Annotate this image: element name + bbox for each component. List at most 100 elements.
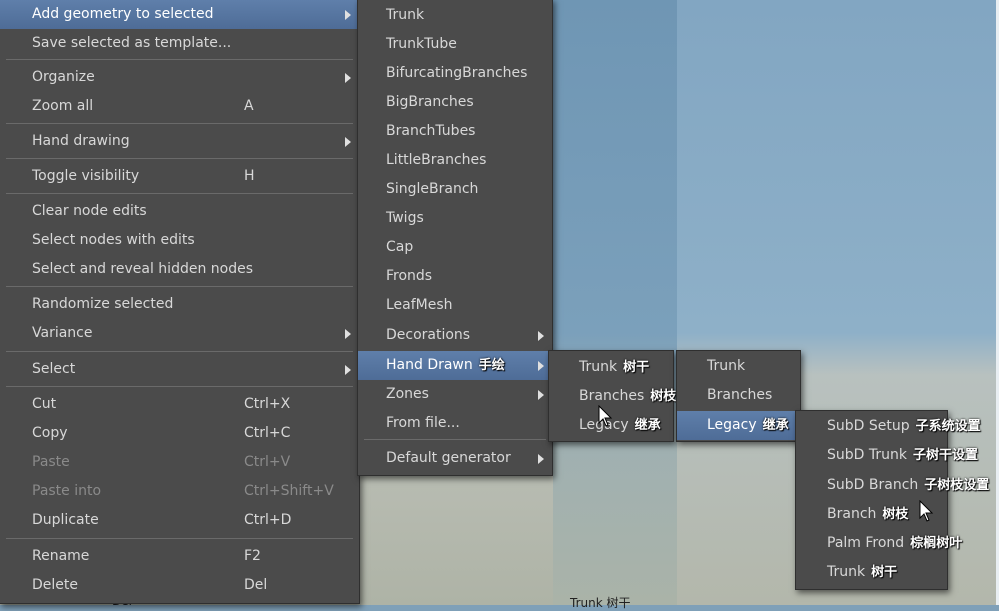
menu-item-paste-into[interactable]: Paste into Ctrl+Shift+V	[0, 477, 359, 506]
menu-item-rename[interactable]: Rename F2	[0, 542, 359, 571]
menu-item-paste-label: Paste	[32, 448, 70, 477]
hand-drawn-b-item-trunk[interactable]: Trunk	[677, 352, 800, 381]
label-text: BranchTubes	[386, 123, 476, 139]
label-text: Paste	[32, 454, 70, 470]
menu-item-delete[interactable]: Delete Del	[0, 571, 359, 600]
chinese-label: 继承	[762, 418, 789, 433]
menu-item-add-geometry-to-selected[interactable]: Add geometry to selected	[0, 0, 359, 29]
submenu-item-cap[interactable]: Cap	[358, 233, 552, 262]
submenu-item-decorations[interactable]: Decorations	[358, 321, 552, 350]
label-text: Zoom all	[32, 98, 94, 114]
shortcut-label: Ctrl+D	[244, 512, 292, 528]
submenu-item-default-generator-label: Default generator	[386, 444, 511, 473]
menu-item-add-geometry-to-selected-label: Add geometry to selected	[32, 0, 213, 29]
label-text: Select	[32, 361, 76, 377]
viewport-strip	[553, 0, 677, 605]
submenu-item-cap-label: Cap	[386, 233, 413, 262]
submenu-item-hand-drawn-label: Hand Drawn 手绘	[386, 351, 505, 380]
menu-item-toggle-visibility[interactable]: Toggle visibility H	[0, 162, 359, 191]
legacy-item-subd-setup[interactable]: SubD Setup 子系统设置	[796, 412, 981, 441]
menu-item-duplicate[interactable]: Duplicate Ctrl+D	[0, 506, 359, 535]
menu-item-rename-label: Rename	[32, 542, 89, 571]
submenu-item-fronds[interactable]: Fronds	[358, 262, 552, 291]
menu-item-clear-node-edits[interactable]: Clear node edits	[0, 197, 359, 226]
legacy-item-trunk[interactable]: Trunk 树干	[796, 558, 947, 587]
menu-separator	[6, 59, 353, 60]
shortcut-label: H	[244, 168, 255, 184]
label-text: From file...	[386, 415, 460, 431]
menu-item-randomize-selected[interactable]: Randomize selected	[0, 290, 359, 319]
submenu-item-bifurcatingbranches[interactable]: BifurcatingBranches	[358, 59, 552, 88]
label-text: Randomize selected	[32, 296, 174, 312]
submenu-item-twigs[interactable]: Twigs	[358, 204, 552, 233]
submenu-item-littlebranches[interactable]: LittleBranches	[358, 146, 552, 175]
shortcut-label: F2	[244, 548, 261, 564]
legacy-item-palm-frond[interactable]: Palm Frond 棕榈树叶	[796, 529, 962, 558]
menu-item-organize[interactable]: Organize	[0, 63, 359, 92]
label-text: Save selected as template...	[32, 35, 232, 51]
submenu-item-hand-drawn[interactable]: Hand Drawn 手绘	[358, 351, 552, 380]
submenu-item-bigbranches-label: BigBranches	[386, 88, 474, 117]
menu-item-copy[interactable]: Copy Ctrl+C	[0, 419, 359, 448]
menu-item-hand-drawing-label: Hand drawing	[32, 127, 130, 156]
label-text: Add geometry to selected	[32, 6, 214, 22]
menu-separator	[6, 158, 353, 159]
label-text: Cut	[32, 396, 57, 412]
submenu-item-trunktube[interactable]: TrunkTube	[358, 30, 552, 59]
hand-drawn-b-item-legacy[interactable]: Legacy 继承	[677, 411, 800, 440]
menu-item-paste[interactable]: Paste Ctrl+V	[0, 448, 359, 477]
menu-item-save-selected-as-template[interactable]: Save selected as template...	[0, 29, 359, 58]
shortcut-label: Ctrl+Shift+V	[244, 483, 334, 499]
hand-drawn-item-trunk[interactable]: Trunk 树干	[549, 353, 673, 382]
submenu-item-trunk-label: Trunk	[386, 1, 424, 30]
menu-item-select[interactable]: Select	[0, 355, 359, 384]
mouse-cursor-icon-2	[919, 500, 934, 522]
menu-item-clear-node-edits-label: Clear node edits	[32, 197, 147, 226]
legacy-item-trunk-label: Trunk 树干	[827, 558, 897, 587]
chinese-label: 子树枝设置	[924, 478, 990, 493]
menu-item-select-and-reveal-hidden-nodes[interactable]: Select and reveal hidden nodes	[0, 255, 359, 284]
chinese-label: 手绘	[478, 358, 505, 373]
label-text: TrunkTube	[386, 36, 457, 52]
menu-item-variance-label: Variance	[32, 319, 92, 348]
menu-item-zoom-all[interactable]: Zoom all A	[0, 92, 359, 121]
submenu-item-trunk[interactable]: Trunk	[358, 1, 552, 30]
legacy-item-subd-branch[interactable]: SubD Branch 子树枝设置	[796, 471, 989, 500]
submenu-item-zones-label: Zones	[386, 380, 429, 409]
label-text: Trunk	[827, 564, 866, 580]
menu-item-duplicate-label: Duplicate	[32, 506, 99, 535]
label-text: Organize	[32, 69, 95, 85]
submenu-item-leafmesh-label: LeafMesh	[386, 291, 453, 320]
submenu-item-default-generator[interactable]: Default generator	[358, 444, 552, 473]
hand-drawn-b-item-branches[interactable]: Branches	[677, 381, 800, 410]
menu-separator	[6, 386, 353, 387]
submenu-item-from-file-label: From file...	[386, 409, 460, 438]
hand-drawn-submenu-repeat: Trunk Branches Legacy 继承	[676, 350, 801, 442]
menu-item-cut[interactable]: Cut Ctrl+X	[0, 390, 359, 419]
menu-item-select-nodes-with-edits[interactable]: Select nodes with edits	[0, 226, 359, 255]
submenu-arrow-icon	[345, 329, 351, 339]
label-text: Variance	[32, 325, 93, 341]
shortcut-label: Del	[244, 577, 268, 593]
mouse-cursor-icon	[598, 405, 613, 427]
submenu-item-bigbranches[interactable]: BigBranches	[358, 88, 552, 117]
hand-drawn-b-item-trunk-label: Trunk	[707, 352, 745, 381]
shortcut-label: Ctrl+C	[244, 425, 291, 441]
submenu-item-from-file[interactable]: From file...	[358, 409, 552, 438]
shortcut-label: Ctrl+X	[244, 396, 291, 412]
submenu-item-leafmesh[interactable]: LeafMesh	[358, 291, 552, 320]
legacy-item-subd-trunk[interactable]: SubD Trunk 子树干设置	[796, 441, 978, 470]
menu-item-select-and-reveal-hidden-nodes-label: Select and reveal hidden nodes	[32, 255, 253, 284]
menu-item-zoom-all-label: Zoom all	[32, 92, 93, 121]
label-text: Select nodes with edits	[32, 232, 195, 248]
submenu-item-branchtubes[interactable]: BranchTubes	[358, 117, 552, 146]
menu-item-variance[interactable]: Variance	[0, 319, 359, 348]
submenu-item-zones[interactable]: Zones	[358, 380, 552, 409]
chinese-label: 树干	[623, 360, 650, 375]
menu-item-hand-drawing[interactable]: Hand drawing	[0, 127, 359, 156]
background-trunk-text: Trunk 树干	[570, 596, 631, 610]
chinese-label: 树干	[871, 565, 898, 580]
submenu-item-singlebranch[interactable]: SingleBranch	[358, 175, 552, 204]
shortcut-label: Ctrl+V	[244, 454, 291, 470]
label-text: Fronds	[386, 268, 433, 284]
